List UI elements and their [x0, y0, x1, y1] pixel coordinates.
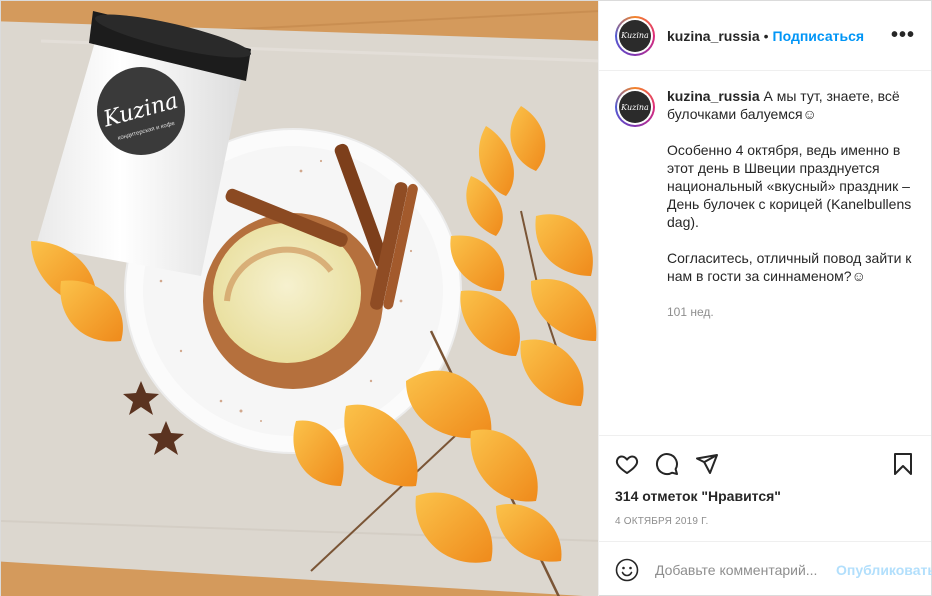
caption-paragraph-2: Особенно 4 октября, ведь именно в этот д…	[667, 142, 912, 230]
heart-icon[interactable]	[615, 444, 655, 484]
more-options-icon[interactable]: •••	[891, 24, 915, 47]
avatar-logo: Kuzina	[619, 19, 651, 52]
action-icons	[615, 444, 915, 484]
caption-first-paragraph: kuzina_russia А мы тут, знаете, всё було…	[667, 87, 915, 123]
caption-timestamp[interactable]: 101 нед.	[667, 303, 915, 321]
caption-section: Kuzina kuzina_russia А мы тут, знаете, в…	[599, 71, 931, 435]
username-link[interactable]: kuzina_russia	[667, 28, 760, 44]
instagram-post: Kuzina кондитерская и кофе Kuzina kuzina…	[0, 0, 932, 596]
post-photo[interactable]: Kuzina кондитерская и кофе	[1, 1, 598, 596]
post-date[interactable]: 4 октября 2019 г.	[615, 516, 915, 527]
publish-button[interactable]: Опубликовать	[836, 562, 932, 578]
comment-bar: Опубликовать	[599, 541, 932, 596]
comment-icon[interactable]	[655, 444, 695, 484]
post-photo-illustration: Kuzina кондитерская и кофе	[1, 1, 598, 596]
bookmark-icon[interactable]	[875, 444, 915, 484]
likes-count[interactable]: 314 отметок "Нравится"	[615, 488, 915, 504]
follow-button[interactable]: Подписаться	[773, 28, 865, 44]
comment-input[interactable]	[655, 561, 836, 578]
emoji-icon[interactable]	[615, 558, 639, 582]
post-side-panel: Kuzina kuzina_russia • Подписаться ••• K…	[598, 1, 932, 596]
caption-body: kuzina_russia А мы тут, знаете, всё було…	[667, 87, 915, 419]
caption-avatar-logo: Kuzina	[619, 91, 651, 123]
separator-dot: •	[763, 27, 769, 44]
actions-section: 314 отметок "Нравится" 4 октября 2019 г.	[599, 435, 931, 541]
post-header: Kuzina kuzina_russia • Подписаться •••	[599, 1, 931, 71]
avatar[interactable]: Kuzina	[615, 15, 655, 56]
caption-paragraph-3: Согласитесь, отличный повод зайти к нам …	[667, 250, 912, 284]
caption-avatar[interactable]: Kuzina	[615, 87, 655, 127]
share-icon[interactable]	[695, 444, 735, 484]
caption-username-link[interactable]: kuzina_russia	[667, 88, 760, 104]
